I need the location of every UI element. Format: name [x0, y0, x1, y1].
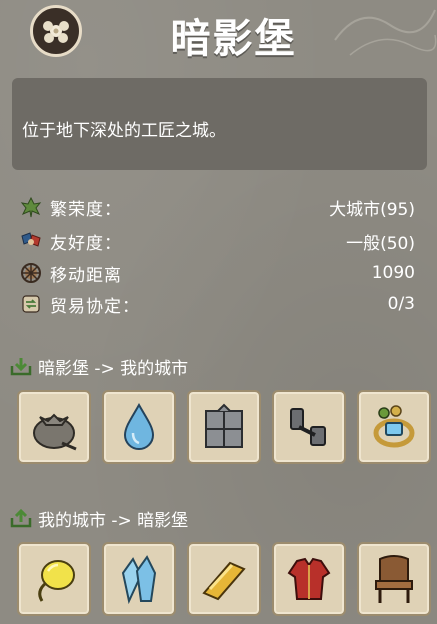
export-item-slot[interactable]: [357, 542, 431, 616]
stat-value: 一般(50): [346, 233, 415, 254]
stat-value: 1090: [371, 263, 415, 283]
stat-label: 贸易协定：: [50, 296, 140, 317]
description-panel: 位于地下深处的工匠之城。: [12, 78, 427, 170]
import-item-slot[interactable]: [357, 390, 431, 464]
wooden-chair-icon: [375, 555, 413, 603]
import-section-header: 暗影堡 -> 我的城市: [10, 353, 188, 379]
wheel-icon: [21, 263, 41, 283]
stat-distance: 移动距离 1090: [20, 259, 415, 287]
water-drop-icon: [123, 402, 155, 450]
export-section-header: 我的城市 -> 暗影堡: [10, 505, 188, 531]
stat-label: 繁荣度：: [50, 199, 122, 220]
yellow-balloon-icon: [38, 560, 75, 602]
red-robe-icon: [287, 557, 331, 600]
download-tray-icon: [10, 358, 32, 376]
trade-icon: [22, 295, 40, 313]
stat-prosperity: 繁荣度： 大城市(95): [20, 193, 415, 221]
import-section-label: 暗影堡 -> 我的城市: [38, 358, 189, 379]
export-item-slot[interactable]: [102, 542, 176, 616]
import-item-slot[interactable]: [187, 390, 261, 464]
stat-label: 移动距离: [50, 265, 122, 286]
dumbbell-icon: [290, 408, 326, 446]
stat-value: 0/3: [387, 294, 415, 314]
handshake-icon: [21, 232, 41, 247]
leaf-icon: [20, 196, 42, 218]
upload-tray-icon: [10, 508, 32, 528]
crystal-icon: [121, 555, 157, 605]
export-section-label: 我的城市 -> 暗影堡: [38, 510, 189, 531]
export-item-slot[interactable]: [187, 542, 261, 616]
stat-friendliness: 友好度： 一般(50): [20, 227, 415, 255]
stat-label: 友好度：: [50, 233, 122, 254]
page-title: 暗影堡: [170, 16, 297, 62]
gold-bar-icon: [202, 561, 246, 601]
sack-icon: [33, 413, 77, 451]
import-item-slot[interactable]: [102, 390, 176, 464]
description-text: 位于地下深处的工匠之城。: [22, 121, 226, 141]
gem-ring-icon: [373, 405, 415, 448]
iron-crate-icon: [205, 403, 243, 448]
stat-trade-agreement: 贸易协定： 0/3: [20, 290, 415, 318]
export-item-slot[interactable]: [17, 542, 91, 616]
import-item-slot[interactable]: [17, 390, 91, 464]
stat-value: 大城市(95): [329, 199, 415, 220]
import-item-slot[interactable]: [272, 390, 346, 464]
export-item-slot[interactable]: [272, 542, 346, 616]
